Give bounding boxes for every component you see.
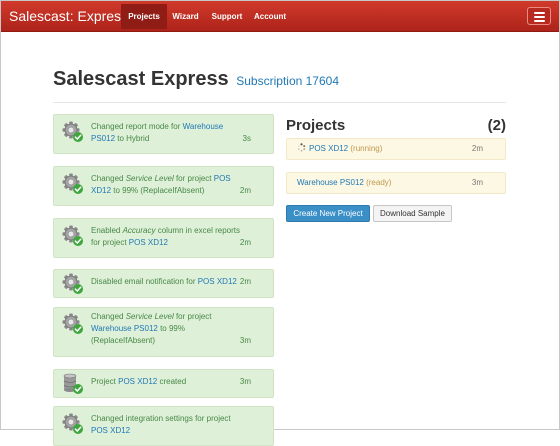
projects-heading-label: Projects — [286, 117, 346, 134]
feed-time: 2m — [239, 186, 251, 195]
project-link-pos-xd12[interactable]: POS XD12 — [309, 144, 348, 153]
feed-text: for project — [173, 174, 214, 183]
feed-message: Enabled Accuracy column in excel reports… — [91, 225, 249, 249]
project-status: (running) — [350, 144, 383, 153]
subscription-link[interactable]: Subscription 17604 — [236, 74, 339, 88]
feed-message: Disabled email notification for POS XD12 — [91, 276, 249, 288]
feed-item: Changed integration settings for project… — [53, 406, 274, 446]
feed-text: Disabled email notification for — [91, 277, 198, 286]
feed-text: Changed — [91, 174, 126, 183]
feed-item: Project POS XD12 created 3m — [53, 369, 274, 398]
project-item-pos-xd12[interactable]: POS XD12 (running) 2m — [286, 138, 506, 160]
feed-text: for project — [173, 312, 212, 321]
project-link-warehouse-ps012[interactable]: Warehouse PS012 — [297, 178, 364, 187]
navbar: Salescast: Express Projects Wizard Suppo… — [1, 1, 559, 32]
feed-project-link[interactable]: POS XD12 — [118, 377, 157, 386]
project-time: 2m — [471, 144, 483, 153]
feed-message: Changed Service Level for project Wareho… — [91, 311, 249, 347]
spinner-icon — [298, 143, 306, 152]
gear-check-icon — [62, 173, 84, 199]
gear-check-icon — [62, 413, 84, 439]
projects-count: (2) — [487, 117, 506, 134]
feed-message: Changed report mode for Warehouse PS012 … — [91, 121, 249, 145]
feed-project-link[interactable]: Warehouse PS012 — [91, 324, 158, 333]
feed-message: Changed Service Level for project POS XD… — [91, 173, 249, 197]
feed-project-link[interactable]: POS XD12 — [91, 426, 130, 435]
feed-text: Project — [91, 377, 119, 386]
feed-time: 2m — [239, 277, 251, 286]
feed-project-link[interactable]: POS XD12 — [129, 238, 168, 247]
feed-item: Changed Service Level for project Wareho… — [53, 307, 274, 357]
feed-item: Enabled Accuracy column in excel reports… — [53, 218, 274, 258]
gear-check-icon — [62, 121, 84, 147]
header-divider — [53, 102, 506, 103]
nav-projects[interactable]: Projects — [121, 4, 167, 29]
project-status: (ready) — [366, 178, 392, 187]
project-name-line: POS XD12 (running) — [297, 139, 382, 159]
feed-time: 3m — [239, 336, 251, 345]
project-time: 3m — [471, 178, 483, 187]
feed-text: Changed report mode for — [91, 122, 183, 131]
feed-setting-name: Accuracy — [122, 226, 156, 235]
feed-text: Enabled — [91, 226, 123, 235]
feed-text: to 99% (ReplaceIfAbsent) — [111, 186, 205, 195]
gear-check-icon — [62, 313, 84, 339]
feed-text: created — [157, 377, 187, 386]
feed-message: Project POS XD12 created — [91, 376, 249, 388]
projects-heading: Projects (2) — [286, 117, 506, 135]
window-frame — [0, 0, 560, 430]
gear-check-icon — [62, 273, 84, 299]
feed-item: Changed Service Level for project POS XD… — [53, 166, 274, 206]
feed-text: Changed integration settings for project — [91, 414, 231, 423]
feed-item: Disabled email notification for POS XD12… — [53, 269, 274, 298]
feed-setting-name: Service Level — [125, 174, 174, 183]
page-title-text: Salescast Express — [53, 68, 229, 90]
page-title: Salescast Express Subscription 17604 — [53, 67, 339, 93]
project-item-warehouse-ps012[interactable]: Warehouse PS012 (ready) 3m — [286, 172, 506, 194]
hamburger-menu-icon[interactable] — [527, 7, 551, 25]
database-check-icon — [62, 373, 84, 399]
feed-time: 3s — [242, 134, 251, 143]
gear-check-icon — [62, 225, 84, 251]
create-new-project-button[interactable]: Create New Project — [286, 205, 370, 222]
download-sample-button[interactable]: Download Sample — [373, 205, 452, 222]
feed-text: to Hybrid — [115, 134, 150, 143]
brand-link[interactable]: Salescast: Express — [9, 7, 128, 25]
feed-time: 3m — [239, 377, 251, 386]
nav-wizard[interactable]: Wizard — [167, 4, 204, 29]
feed-message: Changed integration settings for project… — [91, 413, 249, 437]
nav-support[interactable]: Support — [205, 4, 249, 29]
project-name-line: Warehouse PS012 (ready) — [297, 173, 391, 193]
feed-text: Changed — [91, 312, 126, 321]
nav-account[interactable]: Account — [249, 4, 291, 29]
feed-project-link[interactable]: POS XD12 — [198, 277, 237, 286]
feed-setting-name: Service Level — [125, 312, 174, 321]
feed-time: 2m — [239, 238, 251, 247]
feed-item: Changed report mode for Warehouse PS012 … — [53, 114, 274, 154]
